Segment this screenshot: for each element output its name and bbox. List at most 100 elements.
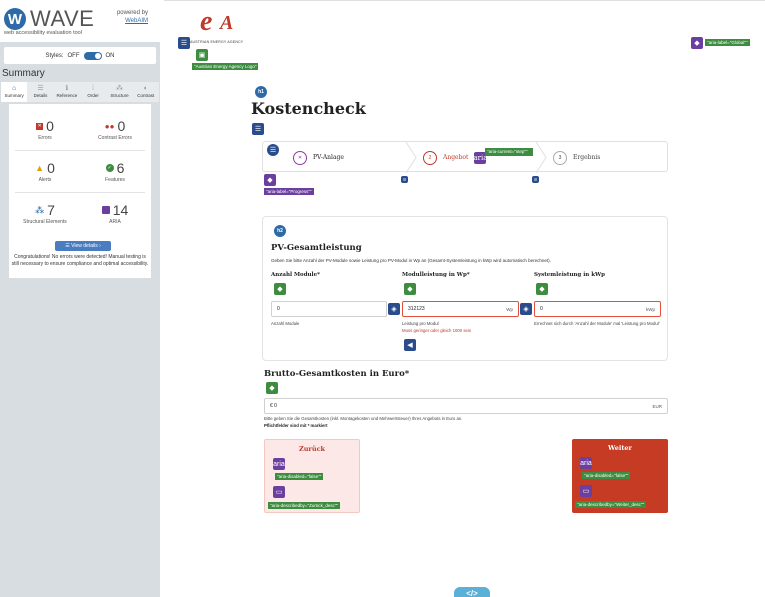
aria-icon[interactable]: aria [580,457,592,469]
step-label: Angebot [443,154,469,161]
stat-alerts[interactable]: ▲ 0 Alerts [15,160,75,183]
aria-describedby-icon[interactable]: ▭ [580,485,592,497]
code-toggle-button[interactable]: </> [454,587,490,597]
list-structure-icon[interactable]: ☰ [252,123,264,135]
aria-describedby-icon[interactable]: ◈ [388,303,400,315]
h1-badge-icon[interactable]: h1 [255,86,267,98]
step-label: PV-Anlage [313,154,344,161]
tab-structure[interactable]: ⁂ Structure [106,82,132,102]
step-separator-icon [405,142,417,173]
step-pv-anlage[interactable]: ✕ PV-Anlage [293,142,344,173]
list-item-icon[interactable]: ☰ [401,176,408,183]
aria-label-icon[interactable]: ◆ [264,174,276,186]
stat-contrast-errors[interactable]: ●● 0 Contrast Errors [85,118,145,141]
tab-reference[interactable]: ℹ Reference [54,82,80,102]
tab-contrast[interactable]: ◐ Contrast [133,82,159,102]
required-note: Pflichtfelder sind mit * markiert [264,423,328,428]
structure-icon[interactable]: ☰ [178,37,190,49]
aria-icon [101,206,110,214]
tab-label: Order [87,93,99,98]
modules-label: Anzahl Module* [271,272,321,278]
next-button-label: Weiter [608,444,632,452]
stat-label: Errors [38,135,52,141]
stat-features[interactable]: ✓ 6 Features [85,160,145,183]
aria-label-progress: "aria-label="Progress"" [264,188,314,195]
tab-label: Contrast [137,93,155,98]
logo-wordmark: AUSTRIAN ENERGY AGENCY [190,40,244,44]
step-separator-icon [535,142,547,173]
power-input[interactable]: 312123 Wp [402,301,519,317]
top-border [164,0,765,1]
label-feature-icon[interactable]: ◆ [274,283,286,295]
austrian-energy-agency-logo[interactable]: e A [200,8,244,38]
system-input[interactable]: 0 kWp [534,301,661,317]
back-button[interactable]: Zurück aria "aria-disabled="false"" ▭ "a… [264,439,360,513]
input-value: 312123 [408,306,425,312]
label-feature-icon[interactable]: ◆ [404,283,416,295]
aria-disabled-label: "aria-disabled="false"" [275,473,324,480]
error-icon: ✕ [36,122,44,130]
brutto-input[interactable]: € 0 EUR [264,398,668,414]
stat-errors[interactable]: ✕ 0 Errors [15,118,75,141]
logo-e-mark: e [200,6,213,37]
next-button[interactable]: Weiter aria "aria-disabled="false"" ▭ "a… [572,439,668,513]
wave-logo-icon: W [4,8,26,30]
contrast-icon: ◐ [143,85,148,92]
wave-tabs: ⌂ Summary ☰ Details ℹ Reference ⁞ Order ⁂ Str… [1,82,159,102]
power-error: Muss geringer oder gleich 1000 sein [402,328,472,333]
alert-icon: ▲ [35,163,45,173]
wave-sidebar: W WAVE web accessibility evaluation tool… [0,0,160,597]
ordered-list-icon[interactable]: ☰ [267,144,279,156]
live-region-icon[interactable]: ◀ [404,339,416,351]
structure-icon: ⁂ [35,204,45,215]
info-icon: ℹ [65,85,69,92]
feature-alt-icon[interactable]: ▣ [196,49,208,61]
modules-help: Anzahl Module [271,321,300,326]
stat-value: 0 [117,118,126,134]
stat-aria[interactable]: 14 ARIA [85,202,145,225]
system-label: Systemleistung in kWp [534,272,606,278]
summary-title: Summary [2,68,45,79]
styles-toggle[interactable] [83,51,102,60]
input-value: € 0 [270,403,277,409]
styles-toggle-row: Styles: OFF ON [4,47,156,64]
tab-details[interactable]: ☰ Details [27,82,53,102]
stat-structural[interactable]: ⁂ 7 Structural Elements [15,202,75,225]
wave-header: W WAVE web accessibility evaluation tool… [0,0,160,42]
step-angebot[interactable]: 2 Angebot aria [423,142,487,173]
divider [15,192,145,193]
back-button-label: Zurück [298,445,326,453]
stat-label: Contrast Errors [98,135,132,141]
order-icon: ⁞ [92,85,95,92]
aria-current-label: "aria-current="step"" [485,148,533,156]
view-details-button[interactable]: ☰ View details › [55,241,111,251]
aria-label-icon[interactable]: ◆ [691,37,703,49]
modules-input[interactable]: 0 [271,301,387,317]
webaim-link[interactable]: WebAIM [125,18,148,24]
section-description: Geben Sie bitte Anzahl der PV-Module sow… [271,258,551,263]
input-unit: Wp [506,306,513,312]
step-number: 3 [553,150,567,165]
tab-order[interactable]: ⁞ Order [80,82,106,102]
aria-icon[interactable]: aria [273,458,285,470]
progress-stepper: ☰ ✕ PV-Anlage 2 Angebot aria "aria-curre… [262,141,668,173]
wave-logo-text: WAVE [30,6,95,31]
wave-logo[interactable]: W WAVE [4,6,94,32]
logo-a-mark: A [220,12,234,34]
aria-describedby-icon[interactable]: ▭ [273,486,285,498]
label-feature-icon[interactable]: ◆ [266,382,278,394]
aria-describedby-icon[interactable]: ◈ [520,303,532,315]
stat-value: 0 [46,118,54,134]
h2-badge-icon[interactable]: h2 [274,225,286,237]
label-feature-icon[interactable]: ◆ [536,283,548,295]
list-item-icon[interactable]: ☰ [532,176,539,183]
congrats-message: Congratulations! No errors were detected… [11,254,149,267]
input-value: 0 [540,306,543,312]
alt-text-label: "Austrian Energy Agency Logo" [192,63,259,70]
stat-value: 0 [47,160,55,176]
tab-label: Summary [4,93,24,98]
tab-summary[interactable]: ⌂ Summary [1,82,28,102]
stat-value: 6 [116,160,125,176]
wave-subtitle: web accessibility evaluation tool [4,30,82,36]
step-ergebnis[interactable]: 3 Ergebnis [553,142,600,173]
